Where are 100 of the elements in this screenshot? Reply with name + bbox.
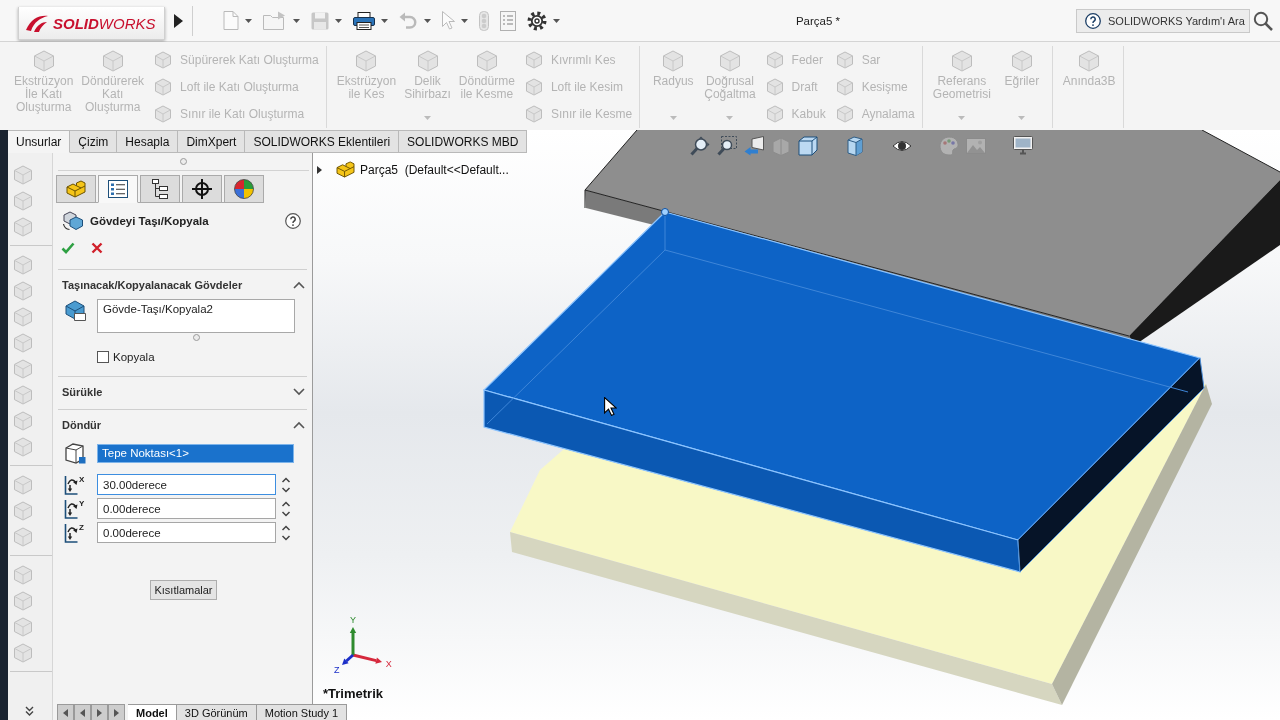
triangle-icon[interactable] [317, 165, 322, 174]
panel-tab[interactable] [182, 175, 222, 203]
cursor-arrow-icon [604, 397, 617, 416]
search-field[interactable]: SOLIDWORKS Yardım'ı Ara [1076, 8, 1250, 33]
command-tab[interactable]: DimXpert [178, 130, 246, 153]
scroll-button[interactable] [74, 704, 91, 720]
crosshair-icon [192, 179, 212, 199]
scroll-button[interactable] [108, 704, 125, 720]
cube-icon [101, 50, 124, 72]
wireframe-cube-icon[interactable] [798, 136, 818, 156]
part-icon [336, 161, 355, 178]
chevron-up-icon[interactable] [293, 420, 305, 429]
angle-field[interactable]: 0.00derece [97, 498, 276, 519]
shaded-cube-icon[interactable] [845, 136, 865, 156]
checkbox[interactable] [97, 351, 109, 363]
cube-icon [32, 50, 55, 72]
triangle-icon [63, 708, 68, 717]
command-tab[interactable]: SOLIDWORKS MBD [399, 130, 528, 153]
spin-buttons[interactable] [281, 499, 291, 518]
cross-icon[interactable] [91, 242, 103, 254]
model-tab[interactable]: 3D Görünüm [176, 704, 257, 720]
window-title: Parça5 * [795, 14, 841, 27]
triangle-icon [80, 708, 85, 717]
scroll-button[interactable] [91, 704, 108, 720]
view-orientation-label: *Trimetrik [323, 686, 383, 701]
selection-field[interactable]: Tepe Noktası<1> [97, 443, 294, 463]
rotate-arrow-icon [64, 498, 78, 519]
cube-icon [765, 50, 784, 69]
spin-buttons[interactable] [281, 475, 291, 494]
dot-icon [192, 334, 200, 341]
list-item[interactable]: Gövde-Taşı/Kopyala2 [103, 303, 289, 315]
axis-label: Z [334, 664, 340, 675]
check-icon[interactable] [61, 242, 75, 254]
cube-icon [154, 50, 173, 69]
angle-field[interactable]: 0.00derece [97, 522, 276, 543]
command-tab[interactable]: Hesapla [117, 130, 179, 153]
cube-icon [835, 50, 854, 69]
color-ball-icon [234, 179, 254, 199]
gear-icon[interactable] [527, 10, 547, 31]
cone-arrow-icon[interactable] [744, 136, 764, 156]
triangle-icon[interactable] [174, 13, 183, 28]
panel-title: Gövdeyi Taşı/Kopyala [90, 215, 209, 227]
cube-icon [765, 77, 784, 96]
panel-tab[interactable] [140, 175, 180, 203]
model-tab[interactable]: Model [128, 704, 177, 720]
spin-buttons[interactable] [281, 523, 291, 542]
logo-button[interactable]: SOLIDWORKS [18, 7, 165, 40]
monitor-icon[interactable] [1013, 136, 1033, 156]
caret-icon[interactable] [553, 18, 560, 23]
triangle-icon [97, 708, 102, 717]
command-tab[interactable]: SOLIDWORKS Eklentileri [245, 130, 400, 153]
angle-field[interactable]: 30.00derece [97, 474, 276, 495]
cube-icon [475, 50, 498, 72]
search-icon[interactable] [1253, 10, 1273, 31]
help-icon [1085, 12, 1101, 29]
axis-label: X [79, 474, 85, 484]
cube-card-icon [64, 299, 86, 321]
cube-icon [950, 50, 973, 72]
command-tab[interactable]: Çizim [70, 130, 118, 153]
dot-icon [180, 158, 187, 165]
axis-label: Y [79, 498, 85, 508]
cube-icon [524, 77, 543, 96]
cube-icon [355, 50, 378, 72]
cube-icon [718, 50, 741, 72]
cube-icon [662, 50, 685, 72]
cube-icon [1078, 50, 1101, 72]
tree-icon [152, 179, 168, 199]
triangle-icon [114, 708, 119, 717]
cube-icon [835, 104, 854, 123]
magnifier-frame-icon[interactable] [717, 136, 737, 156]
chevron-up-icon[interactable] [293, 280, 305, 289]
model-tab[interactable]: Motion Study 1 [256, 704, 348, 720]
cube-icon [1010, 50, 1033, 72]
help-icon[interactable] [285, 213, 301, 229]
selection-list[interactable]: Gövde-Taşı/Kopyala2 [97, 299, 295, 333]
cube-icon [154, 104, 173, 123]
axis-label: X [385, 658, 392, 669]
rotate-arrow-icon [64, 522, 78, 543]
caret-icon[interactable] [381, 18, 388, 23]
command-tab[interactable]: Unsurlar [8, 130, 71, 153]
cube-icon [524, 50, 543, 69]
axis-label: Y [350, 615, 356, 625]
section-title: Taşınacak/Kopyalanacak Gövdeler [62, 278, 243, 291]
chevron-down-icon[interactable] [293, 387, 305, 396]
printer-icon[interactable] [353, 11, 375, 30]
swoosh-logo-icon [25, 13, 49, 33]
list-icon [108, 180, 128, 198]
double-chevron-icon[interactable] [25, 706, 34, 716]
panel-tab[interactable] [98, 175, 138, 203]
tree-item[interactable]: Parça5 (Default<<Default... [360, 162, 509, 177]
checkbox-label: Kopyala [113, 351, 155, 363]
section-title: Döndür [62, 418, 102, 431]
magnifier-arrows-icon[interactable] [690, 136, 710, 156]
cube-icon [416, 50, 439, 72]
two-blocks-icon [62, 211, 84, 231]
cube-icon [765, 104, 784, 123]
constraints-button[interactable]: Kısıtlamalar [150, 580, 217, 600]
part-icon [66, 180, 86, 198]
axis-label: Z [79, 522, 84, 532]
scroll-button[interactable] [57, 704, 74, 720]
